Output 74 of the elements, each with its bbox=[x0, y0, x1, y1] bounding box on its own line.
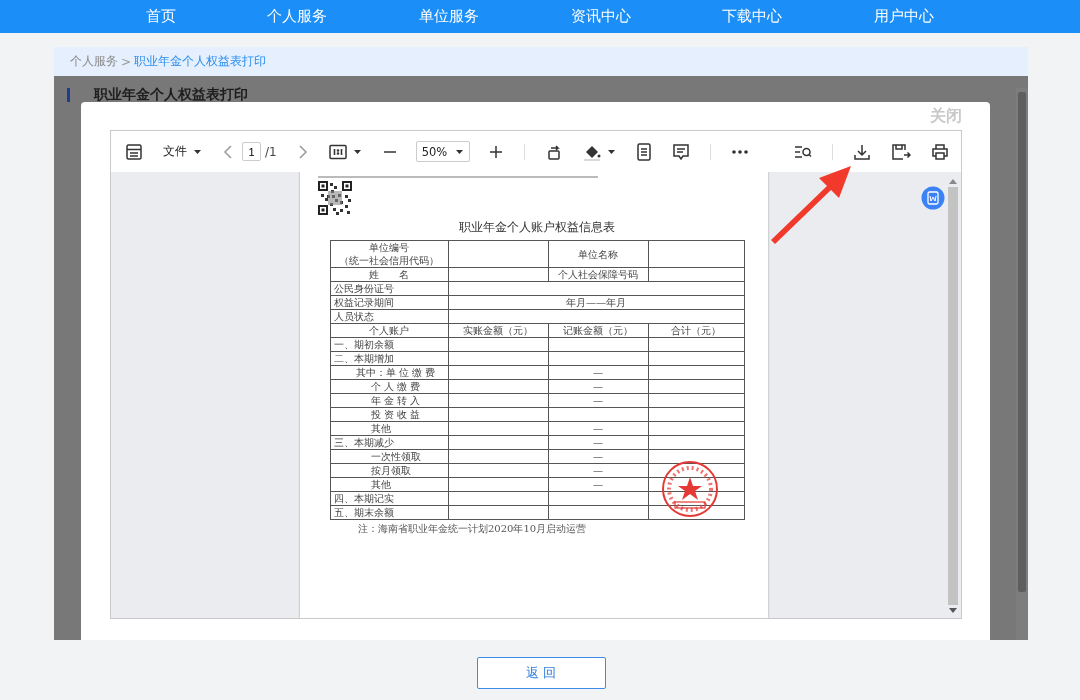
table-cell: 其中：单 位 缴 费 bbox=[330, 365, 448, 380]
zoom-in-icon[interactable] bbox=[487, 143, 504, 160]
table-cell: 年 金 转 入 bbox=[330, 393, 448, 408]
seal-drawing bbox=[660, 460, 719, 518]
table-cell: 个人账户 bbox=[330, 323, 448, 338]
caret-icon[interactable] bbox=[193, 147, 202, 156]
table-cell: 年月——年月 bbox=[448, 295, 744, 310]
table-cell: 三、本期减少 bbox=[330, 435, 448, 450]
breadcrumb-separator: > bbox=[121, 54, 132, 69]
table-cell: 一、期初余额 bbox=[330, 337, 448, 352]
actual-size-icon[interactable] bbox=[328, 143, 347, 160]
nav-link[interactable]: 用户中心 bbox=[868, 0, 941, 33]
table-cell: 五、期末余额 bbox=[330, 505, 448, 520]
zoom-select[interactable]: 50% bbox=[415, 141, 470, 162]
word-export-icon[interactable] bbox=[921, 186, 945, 210]
nav-link[interactable]: 单位服务 bbox=[413, 0, 486, 33]
page-total: /1 bbox=[265, 144, 277, 159]
nav-link[interactable]: 下载中心 bbox=[716, 0, 789, 33]
scroll-down-icon[interactable] bbox=[949, 608, 957, 614]
table-cell: — bbox=[548, 435, 648, 450]
caret-icon[interactable] bbox=[454, 147, 464, 156]
table-cell: 个人社会保障号码 bbox=[548, 267, 648, 282]
table-cell: 其他 bbox=[330, 421, 448, 436]
document-icon[interactable] bbox=[635, 142, 652, 161]
table-cell: — bbox=[548, 379, 648, 394]
table-cell: 记账金额（元） bbox=[548, 323, 648, 338]
table-cell: 公民身份证号 bbox=[330, 281, 448, 296]
caret-icon[interactable] bbox=[606, 147, 616, 156]
comment-icon[interactable] bbox=[671, 142, 690, 161]
footnote: 注：海南省职业年金统一计划2020年10月启动运营 bbox=[358, 522, 587, 536]
sidebar-toggle-icon[interactable] bbox=[125, 142, 143, 161]
nav-link[interactable]: 首页 bbox=[139, 0, 182, 33]
cell-label: 单位编号 bbox=[368, 241, 410, 254]
table-cell: — bbox=[548, 463, 648, 478]
title-marker bbox=[67, 88, 70, 102]
save-icon[interactable] bbox=[891, 142, 911, 161]
chevron-left-icon[interactable] bbox=[222, 143, 234, 160]
table-cell: 一次性领取 bbox=[330, 449, 448, 464]
breadcrumb-link[interactable]: 个人服务 bbox=[70, 53, 118, 70]
table-cell: — bbox=[548, 421, 648, 436]
nav-link[interactable]: 资讯中心 bbox=[564, 0, 637, 33]
back-button[interactable]: 返 回 bbox=[476, 657, 606, 689]
table-cell: — bbox=[548, 365, 648, 380]
table-cell: — bbox=[548, 393, 648, 408]
qr-code-icon bbox=[318, 181, 352, 215]
table-cell: 人员状态 bbox=[330, 309, 448, 324]
more-icon[interactable] bbox=[730, 148, 749, 155]
nav-link[interactable]: 个人服务 bbox=[261, 0, 334, 33]
table-cell: 合计（元） bbox=[648, 323, 744, 338]
document-title: 职业年金个人账户权益信息表 bbox=[459, 219, 615, 236]
table-cell: 按月领取 bbox=[330, 463, 448, 478]
table-cell: 姓 名 bbox=[330, 267, 448, 282]
table-cell: 其他 bbox=[330, 477, 448, 492]
table-cell: — bbox=[548, 449, 648, 464]
table-cell: 投 资 收 益 bbox=[330, 407, 448, 422]
table-cell: 单位名称 bbox=[548, 240, 648, 268]
download-icon[interactable] bbox=[853, 142, 871, 161]
table-cell: 四、本期记实 bbox=[330, 491, 448, 506]
cell-label: （统一社会信用代码） bbox=[338, 254, 440, 267]
file-menu[interactable]: 文件 bbox=[163, 143, 202, 160]
table-cell: 实账金额（元） bbox=[448, 323, 548, 338]
table-cell: — bbox=[548, 477, 648, 492]
scroll-up-icon[interactable] bbox=[949, 178, 957, 184]
caret-icon[interactable] bbox=[352, 147, 362, 156]
fit-menu[interactable] bbox=[328, 143, 362, 160]
print-icon[interactable] bbox=[931, 142, 949, 161]
panel-title: 职业年金个人权益表打印 bbox=[94, 86, 248, 104]
breadcrumb-link[interactable]: 职业年金个人权益表打印 bbox=[134, 53, 267, 70]
page-number-field[interactable]: 1 bbox=[242, 142, 261, 161]
table-cell: 个 人 缴 费 bbox=[330, 379, 448, 394]
search-icon[interactable] bbox=[794, 143, 812, 160]
chevron-right-icon[interactable] bbox=[296, 143, 309, 160]
table-cell: 二、本期增加 bbox=[330, 351, 448, 366]
table-cell: 权益记录期间 bbox=[330, 295, 448, 310]
